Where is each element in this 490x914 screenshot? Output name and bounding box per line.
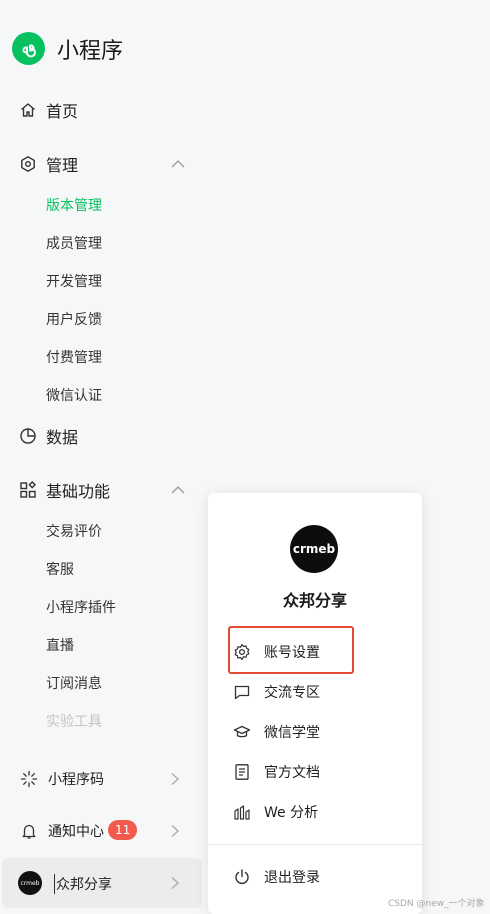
- menu-logout[interactable]: 退出登录: [208, 857, 422, 897]
- watermark: CSDN @new_一个对象: [388, 899, 485, 909]
- nav-basic-label: 基础功能: [46, 482, 111, 501]
- mini-program-code-icon: [20, 770, 38, 788]
- gear-icon: [234, 643, 250, 661]
- nav-basic[interactable]: 基础功能: [0, 472, 200, 508]
- menu-we-analytics[interactable]: We 分析: [208, 792, 422, 832]
- nav-qrcode-label: 小程序码: [48, 772, 104, 788]
- nav-manage-label: 管理: [46, 156, 79, 175]
- chevron-right-icon: [171, 825, 179, 837]
- menu-account-settings[interactable]: 账号设置: [208, 632, 422, 672]
- nav-notify-label: 通知中心: [48, 824, 104, 840]
- graduation-cap-icon: [233, 725, 251, 738]
- sub-item-members[interactable]: 成员管理: [46, 229, 102, 257]
- brand-title: 小程序: [57, 38, 124, 64]
- menu-docs-label: 官方文档: [264, 765, 320, 781]
- menu-academy[interactable]: 微信学堂: [208, 712, 422, 752]
- sidebar: 小程序 首页 管理 版本管理 成员管理 开发管理 用户反馈 付费管理 微信认证 …: [0, 0, 210, 914]
- document-icon: [235, 764, 249, 780]
- sub-item-live[interactable]: 直播: [46, 631, 74, 659]
- account-name: 众邦分享: [54, 874, 112, 894]
- menu-academy-label: 微信学堂: [264, 725, 320, 741]
- nav-home[interactable]: 首页: [0, 92, 200, 128]
- chevron-up-icon[interactable]: [170, 482, 186, 498]
- analytics-icon: [234, 805, 250, 820]
- sub-item-reviews[interactable]: 交易评价: [46, 517, 102, 545]
- popup-account-name: 众邦分享: [282, 591, 347, 610]
- grid-icon: [20, 481, 37, 498]
- bell-icon: [22, 824, 36, 839]
- pie-chart-icon: [20, 428, 36, 444]
- home-icon: [21, 103, 35, 117]
- sub-item-certification[interactable]: 微信认证: [46, 381, 102, 409]
- sub-item-version[interactable]: 版本管理: [46, 191, 102, 219]
- menu-logout-label: 退出登录: [264, 870, 320, 886]
- hexagon-gear-icon: [21, 155, 35, 173]
- nav-manage[interactable]: 管理: [0, 146, 200, 182]
- nav-data-label: 数据: [46, 428, 79, 447]
- crmeb-logo-avatar: crmeb: [290, 525, 338, 573]
- sub-item-plugins[interactable]: 小程序插件: [46, 593, 116, 621]
- chevron-right-icon: [171, 773, 179, 785]
- menu-docs[interactable]: 官方文档: [208, 752, 422, 792]
- chevron-up-icon[interactable]: [170, 156, 186, 172]
- sub-item-subscription[interactable]: 订阅消息: [46, 669, 102, 697]
- account-switcher[interactable]: crmeb 众邦分享: [2, 858, 202, 908]
- divider: [208, 844, 422, 845]
- chat-bubble-icon: [234, 685, 250, 700]
- nav-qrcode[interactable]: 小程序码: [0, 755, 200, 803]
- power-icon: [235, 869, 249, 884]
- menu-community[interactable]: 交流专区: [208, 672, 422, 712]
- sub-item-feedback[interactable]: 用户反馈: [46, 305, 102, 333]
- mini-program-logo-icon: [12, 32, 45, 65]
- menu-account-settings-label: 账号设置: [264, 645, 320, 661]
- sub-item-dev[interactable]: 开发管理: [46, 267, 102, 295]
- sub-item-payment[interactable]: 付费管理: [46, 343, 102, 371]
- notification-count-badge: 11: [108, 820, 138, 840]
- menu-community-label: 交流专区: [264, 685, 320, 701]
- sub-item-lab[interactable]: 实验工具: [46, 707, 102, 735]
- account-popup-menu: crmeb 众邦分享 账号设置 交流专区 微信学堂 官方文档 We 分析 退出登…: [208, 493, 422, 914]
- avatar: crmeb: [18, 871, 42, 895]
- brand[interactable]: 小程序: [12, 32, 123, 65]
- nav-notify[interactable]: 通知中心 11: [0, 807, 200, 855]
- nav-data[interactable]: 数据: [0, 418, 200, 454]
- nav-home-label: 首页: [46, 102, 79, 121]
- menu-we-analytics-label: We 分析: [264, 805, 319, 821]
- sub-item-service[interactable]: 客服: [46, 555, 74, 583]
- chevron-right-icon: [171, 877, 179, 889]
